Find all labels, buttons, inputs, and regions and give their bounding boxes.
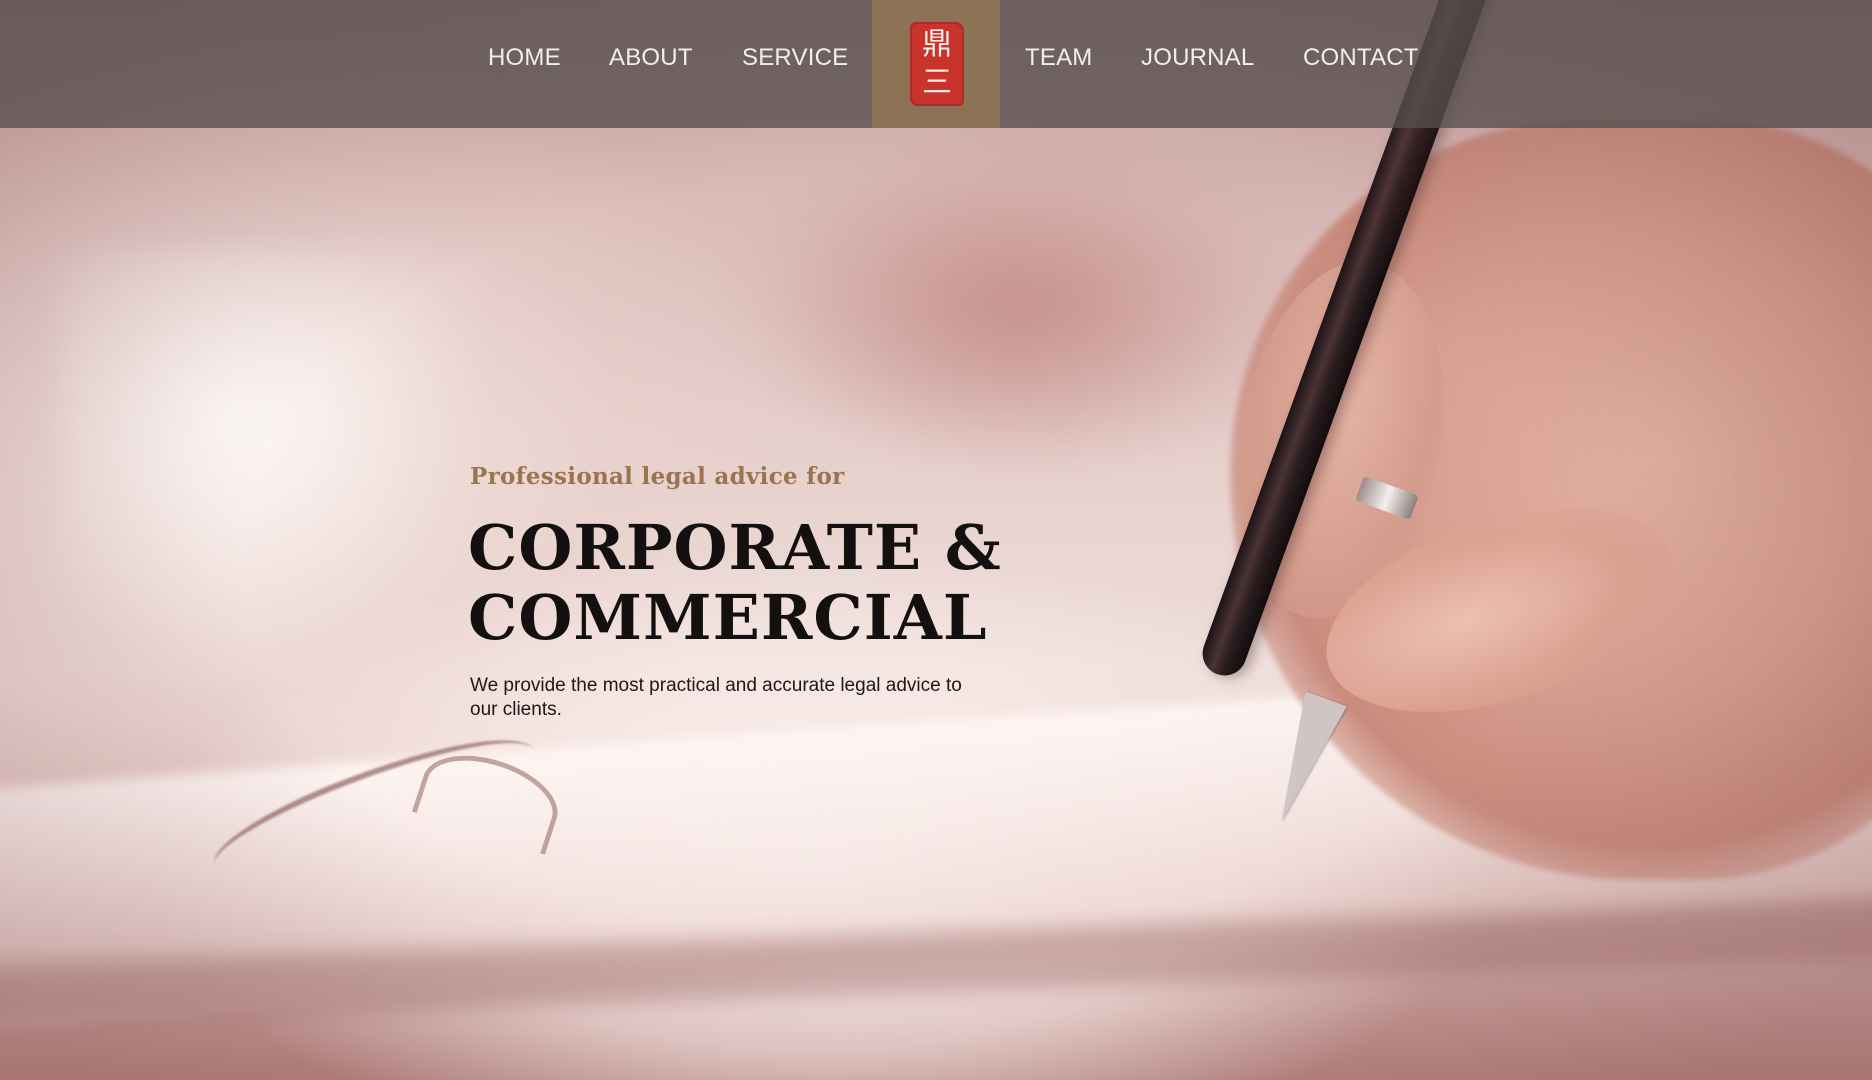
logo-button[interactable]: 鼎 三: [872, 0, 1000, 128]
main-navigation: HOME ABOUT SERVICE 鼎 三 TEAM JOURNAL CONT…: [0, 0, 1872, 128]
nav-contact[interactable]: CONTACT: [1303, 46, 1419, 70]
nav-about[interactable]: ABOUT: [609, 46, 693, 70]
nav-home[interactable]: HOME: [488, 46, 561, 70]
headline-line-1: CORPORATE &: [468, 511, 1002, 584]
seal-char-top: 鼎: [922, 27, 952, 62]
hero-headline: CORPORATE & COMMERCIAL: [468, 513, 1002, 653]
headline-line-2: COMMERCIAL: [468, 581, 988, 654]
nav-team[interactable]: TEAM: [1025, 46, 1092, 70]
nav-journal[interactable]: JOURNAL: [1141, 46, 1254, 70]
red-seal-logo-icon: 鼎 三: [910, 22, 964, 106]
hero-tagline: Professional legal advice for: [470, 463, 845, 490]
hero-description: We provide the most practical and accura…: [470, 675, 962, 720]
nav-service[interactable]: SERVICE: [742, 46, 848, 70]
seal-char-bottom: 三: [922, 65, 952, 100]
